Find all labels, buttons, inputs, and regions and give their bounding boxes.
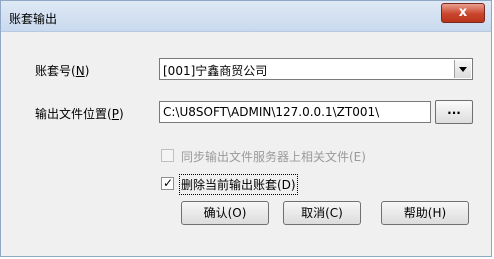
checkmark-icon: ✓ xyxy=(163,176,174,190)
account-export-dialog: 账套输出 x 账套号(N) [001]宁鑫商贸公司 输出文件位置(P) ... … xyxy=(0,0,492,257)
browse-button[interactable]: ... xyxy=(435,100,473,124)
account-set-label: 账套号(N) xyxy=(35,64,90,78)
output-location-label: 输出文件位置(P) xyxy=(35,107,124,121)
window-title: 账套输出 xyxy=(9,12,58,26)
title-bar[interactable]: 账套输出 x xyxy=(1,1,491,32)
account-set-select[interactable]: [001]宁鑫商贸公司 xyxy=(159,58,473,80)
sync-files-label: 同步输出文件服务器上相关文件(E) xyxy=(181,150,366,164)
sync-files-checkbox[interactable] xyxy=(161,149,174,162)
close-icon: x xyxy=(458,5,468,20)
delete-account-checkbox[interactable]: ✓ xyxy=(161,176,174,190)
chevron-down-icon[interactable] xyxy=(454,60,471,78)
help-button[interactable]: 帮助(H) xyxy=(381,201,469,225)
output-location-input[interactable] xyxy=(159,101,431,123)
ok-button[interactable]: 确认(O) xyxy=(181,201,269,225)
delete-account-label: 删除当前输出账套(D) xyxy=(179,174,298,195)
account-set-value: [001]宁鑫商贸公司 xyxy=(163,64,268,78)
cancel-button[interactable]: 取消(C) xyxy=(283,201,361,225)
close-button[interactable]: x xyxy=(441,3,485,23)
